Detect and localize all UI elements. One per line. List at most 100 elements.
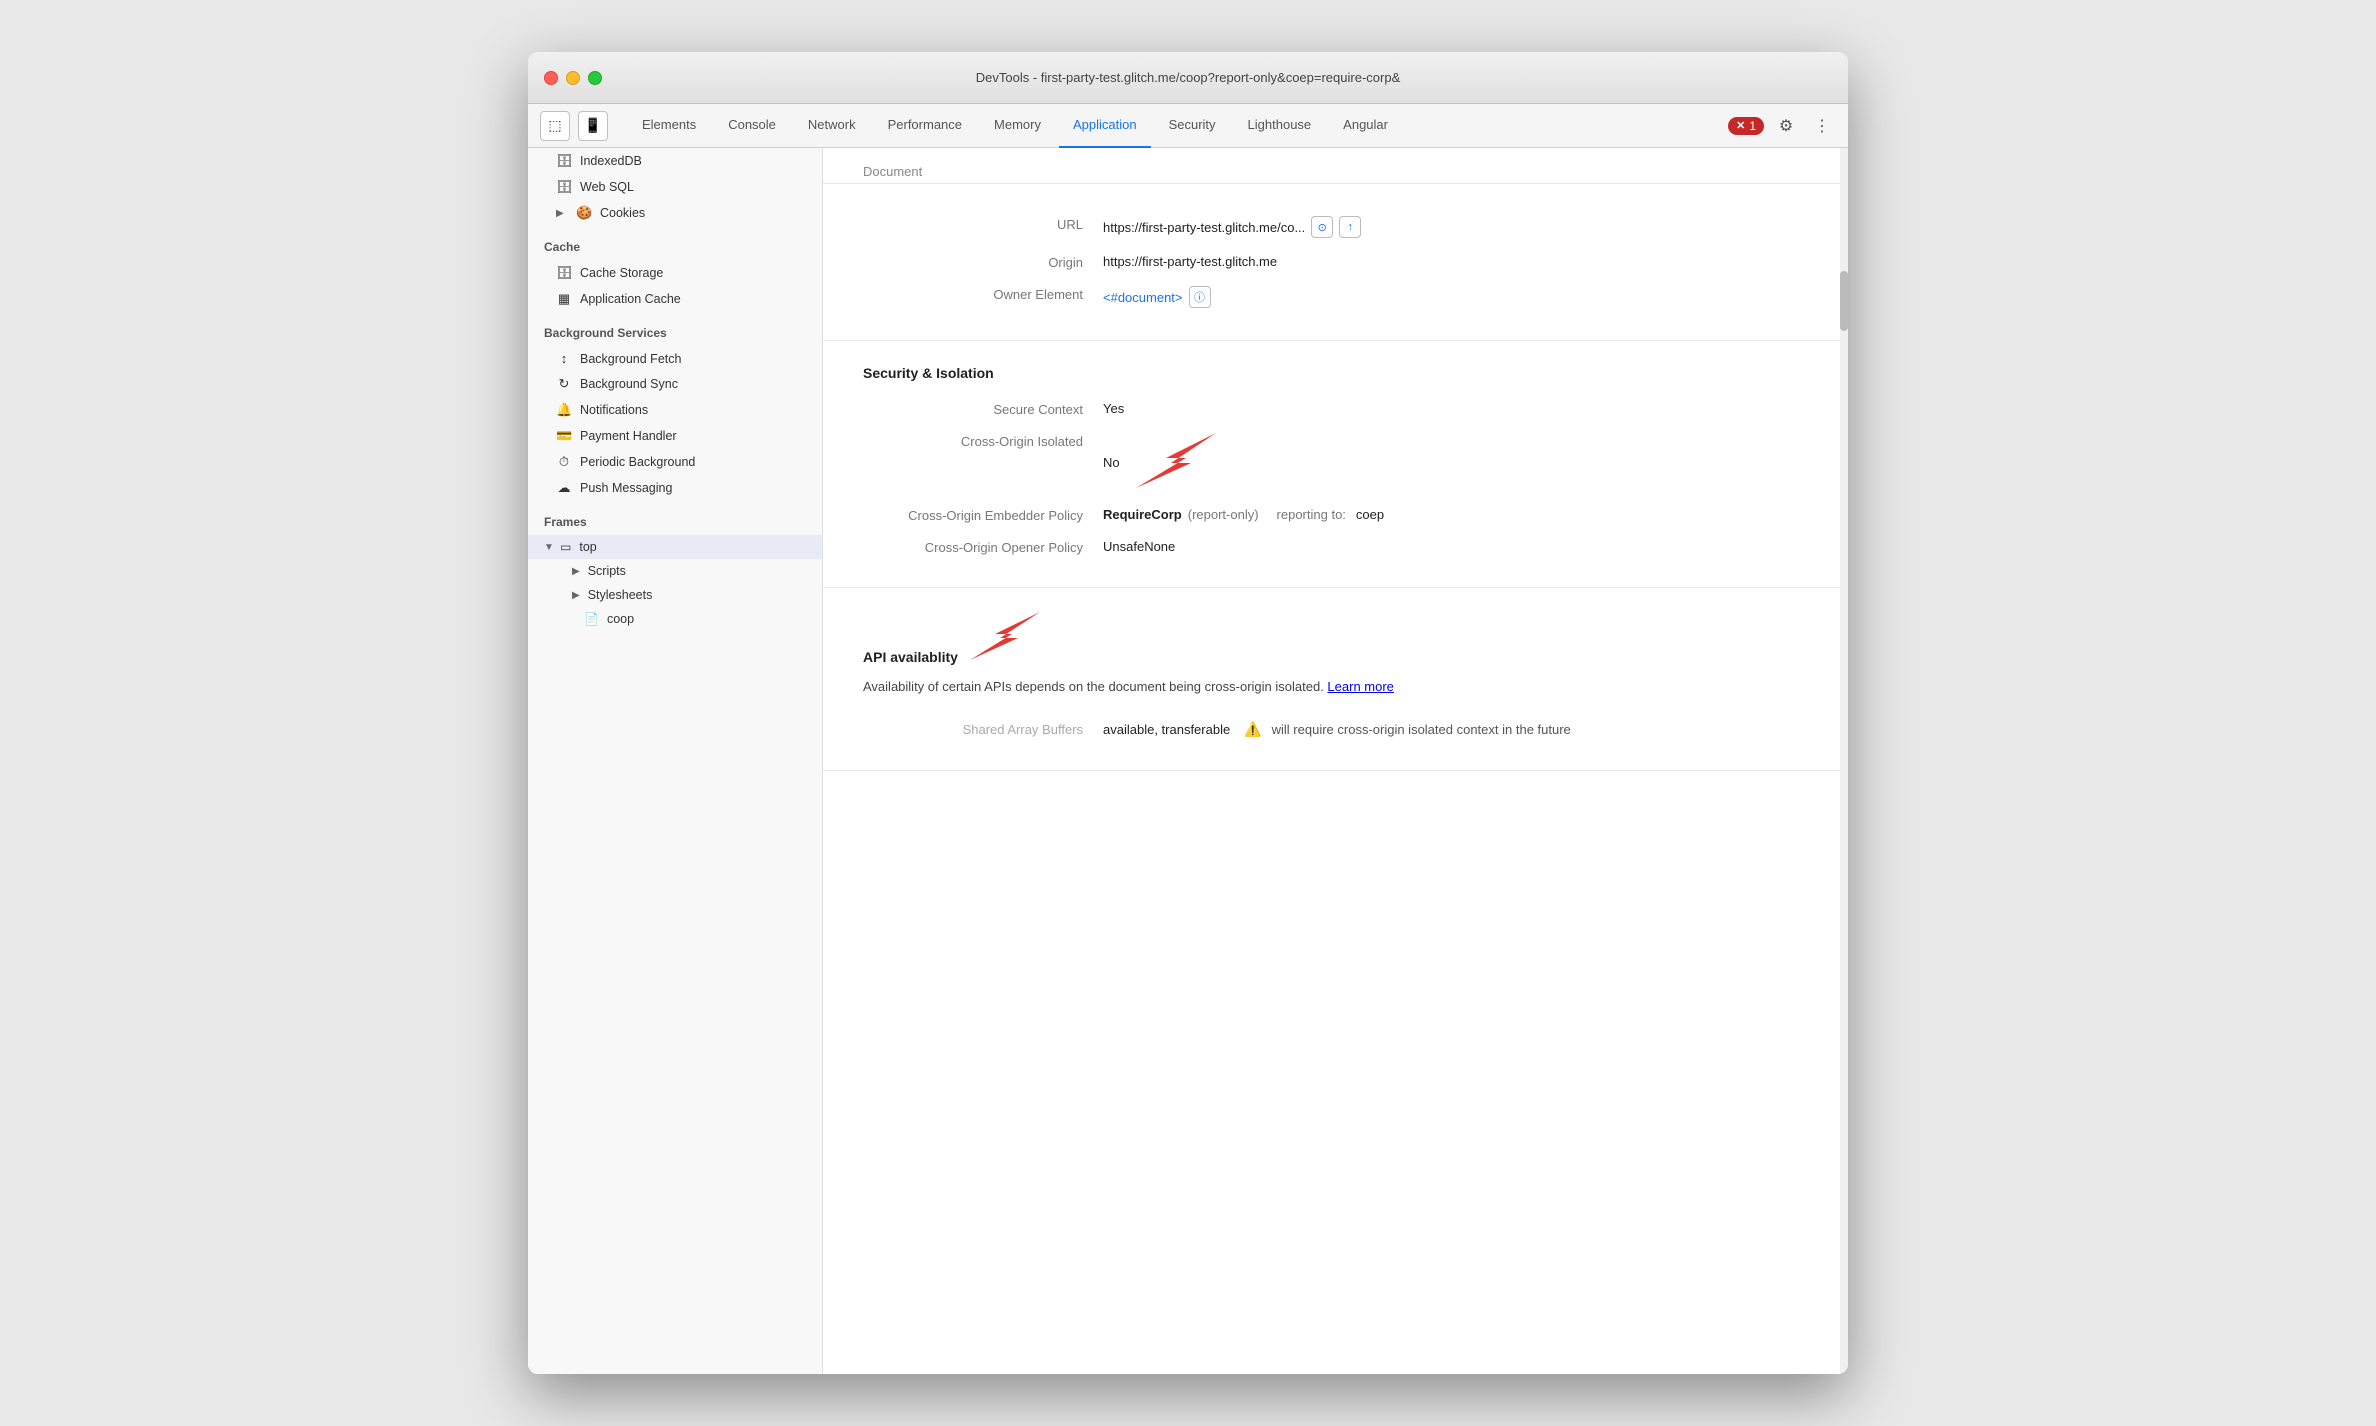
database-icon: 🗄	[556, 153, 572, 169]
coop-text: UnsafeNone	[1103, 539, 1175, 554]
tab-angular[interactable]: Angular	[1329, 104, 1402, 148]
stylesheets-label: Stylesheets	[588, 588, 653, 602]
maximize-button[interactable]	[588, 71, 602, 85]
more-options-button[interactable]: ⋮	[1808, 112, 1836, 140]
url-origin-section: URL https://first-party-test.glitch.me/c…	[823, 183, 1848, 341]
origin-row: Origin https://first-party-test.glitch.m…	[863, 246, 1808, 278]
tab-elements[interactable]: Elements	[628, 104, 710, 148]
owner-element-link[interactable]: <#document>	[1103, 290, 1183, 305]
sidebar-item-cookies[interactable]: ▶ 🍪 Cookies	[528, 200, 822, 226]
sidebar-item-websql[interactable]: 🗄 Web SQL	[528, 174, 822, 200]
coep-main-value: RequireCorp	[1103, 507, 1182, 522]
cache-section-header: Cache	[528, 226, 822, 260]
payment-icon: 💳	[556, 428, 572, 444]
secure-context-row: Secure Context Yes	[863, 393, 1808, 425]
traffic-lights	[544, 71, 602, 85]
secure-context-text: Yes	[1103, 401, 1124, 416]
document-section-label: Document	[823, 148, 1848, 183]
shared-array-buffers-text: available, transferable	[1103, 722, 1230, 737]
api-description: Availability of certain APIs depends on …	[863, 677, 1808, 697]
sidebar-item-label: Background Fetch	[580, 352, 681, 366]
coep-label: Cross-Origin Embedder Policy	[863, 507, 1103, 523]
origin-text: https://first-party-test.glitch.me	[1103, 254, 1277, 269]
sidebar-item-cache-storage[interactable]: 🗄 Cache Storage	[528, 260, 822, 286]
sidebar-item-indexeddb[interactable]: 🗄 IndexedDB	[528, 148, 822, 174]
cursor-tool-button[interactable]: ⬚	[540, 111, 570, 141]
push-icon: ☁	[556, 480, 572, 496]
chevron-right-icon: ▶	[572, 566, 580, 577]
cross-origin-isolated-value: No	[1103, 433, 1216, 491]
tab-lighthouse[interactable]: Lighthouse	[1234, 104, 1326, 148]
devtools-window: DevTools - first-party-test.glitch.me/co…	[528, 52, 1848, 1374]
copy-url-button[interactable]: ⊙	[1311, 216, 1333, 238]
toolbar-icons: ⬚ 📱	[540, 111, 608, 141]
cookies-icon: 🍪	[576, 205, 592, 221]
sidebar-item-scripts[interactable]: ▶ Scripts	[528, 559, 822, 583]
secure-context-label: Secure Context	[863, 401, 1103, 417]
url-value: https://first-party-test.glitch.me/co...…	[1103, 216, 1361, 238]
info-icon: ⓘ	[1194, 289, 1205, 305]
tab-memory[interactable]: Memory	[980, 104, 1055, 148]
tab-application[interactable]: Application	[1059, 104, 1151, 148]
sidebar-item-push-messaging[interactable]: ☁ Push Messaging	[528, 475, 822, 501]
chevron-right-icon: ▶	[556, 208, 568, 219]
sidebar-item-label: Web SQL	[580, 180, 634, 194]
cross-origin-isolated-label: Cross-Origin Isolated	[863, 433, 1103, 449]
scripts-label: Scripts	[588, 564, 626, 578]
coep-row: Cross-Origin Embedder Policy RequireCorp…	[863, 499, 1808, 531]
sidebar-item-top-frame[interactable]: ▼ ▭ top	[528, 535, 822, 559]
sidebar-item-coop[interactable]: 📄 coop	[528, 607, 822, 631]
sidebar-item-label: IndexedDB	[580, 154, 642, 168]
url-row: URL https://first-party-test.glitch.me/c…	[863, 208, 1808, 246]
api-description-text: Availability of certain APIs depends on …	[863, 679, 1327, 694]
origin-value: https://first-party-test.glitch.me	[1103, 254, 1277, 269]
navigate-url-button[interactable]: ↑	[1339, 216, 1361, 238]
error-badge[interactable]: ✕ 1	[1728, 117, 1764, 135]
scrollbar-thumb[interactable]	[1840, 271, 1848, 331]
learn-more-link[interactable]: Learn more	[1327, 679, 1393, 694]
sidebar-item-background-sync[interactable]: ↻ Background Sync	[528, 371, 822, 397]
sidebar-item-notifications[interactable]: 🔔 Notifications	[528, 397, 822, 423]
sidebar-item-background-fetch[interactable]: ↕ Background Fetch	[528, 346, 822, 371]
sidebar-item-stylesheets[interactable]: ▶ Stylesheets	[528, 583, 822, 607]
settings-button[interactable]: ⚙	[1772, 112, 1800, 140]
shared-array-buffers-value: available, transferable ⚠️ will require …	[1103, 721, 1571, 738]
sidebar-item-payment-handler[interactable]: 💳 Payment Handler	[528, 423, 822, 449]
coop-label: Cross-Origin Opener Policy	[863, 539, 1103, 555]
owner-info-button[interactable]: ⓘ	[1189, 286, 1211, 308]
coep-reporting-value: coep	[1356, 507, 1384, 522]
owner-element-row: Owner Element <#document> ⓘ	[863, 278, 1808, 316]
toolbar: ⬚ 📱 Elements Console Network Performance…	[528, 104, 1848, 148]
sidebar-item-periodic-background[interactable]: ⏱ Periodic Background	[528, 449, 822, 475]
coop-value: UnsafeNone	[1103, 539, 1175, 554]
tab-console[interactable]: Console	[714, 104, 790, 148]
owner-element-value: <#document> ⓘ	[1103, 286, 1211, 308]
red-arrow-svg	[1136, 433, 1216, 488]
owner-element-label: Owner Element	[863, 286, 1103, 302]
sidebar-item-application-cache[interactable]: ▦ Application Cache	[528, 286, 822, 312]
sidebar-item-label: Periodic Background	[580, 455, 695, 469]
tab-security[interactable]: Security	[1155, 104, 1230, 148]
scrollbar-track[interactable]	[1840, 148, 1848, 1374]
url-label: URL	[863, 216, 1103, 232]
tab-network[interactable]: Network	[794, 104, 870, 148]
close-button[interactable]	[544, 71, 558, 85]
mobile-tool-button[interactable]: 📱	[578, 111, 608, 141]
cross-origin-isolated-text: No	[1103, 455, 1120, 470]
background-services-header: Background Services	[528, 312, 822, 346]
shared-array-buffers-row: Shared Array Buffers available, transfer…	[863, 713, 1808, 746]
sync-icon: ↻	[556, 376, 572, 392]
more-options-icon: ⋮	[1814, 116, 1830, 136]
database-icon: 🗄	[556, 179, 572, 195]
minimize-button[interactable]	[566, 71, 580, 85]
error-count: 1	[1749, 119, 1756, 133]
coep-value: RequireCorp (report-only) reporting to: …	[1103, 507, 1384, 522]
sidebar: 🗄 IndexedDB 🗄 Web SQL ▶ 🍪 Cookies Cache …	[528, 148, 823, 1374]
red-arrow-annotation	[1136, 433, 1216, 491]
copy-icon: ⊙	[1318, 221, 1327, 234]
content-wrapper: Document URL https://first-party-test.gl…	[823, 148, 1848, 771]
titlebar: DevTools - first-party-test.glitch.me/co…	[528, 52, 1848, 104]
sidebar-item-label: Cookies	[600, 206, 645, 220]
security-isolation-section: Security & Isolation Secure Context Yes …	[823, 341, 1848, 588]
tab-performance[interactable]: Performance	[874, 104, 976, 148]
